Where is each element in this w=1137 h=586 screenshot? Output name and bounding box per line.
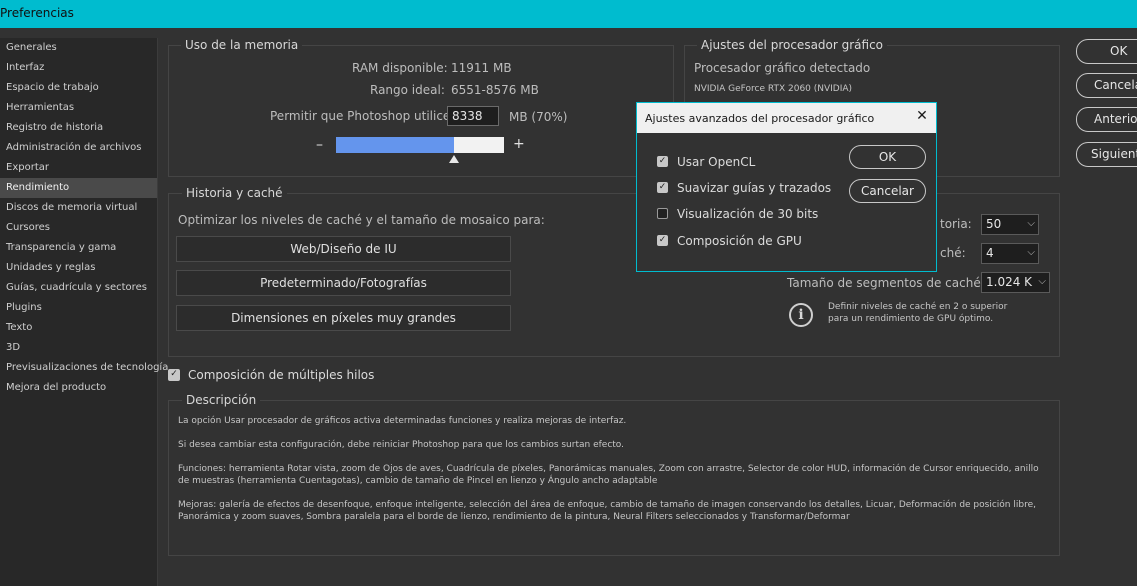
window-titlebar: Preferencias	[0, 0, 1137, 28]
ideal-range-value: 6551-8576 MB	[451, 83, 539, 97]
cache-levels-label: ché:	[940, 246, 966, 260]
description-line: La opción Usar procesador de gráficos ac…	[178, 416, 627, 426]
sidebar-item[interactable]: Administración de archivos	[0, 138, 157, 158]
sidebar-item[interactable]: Generales	[0, 38, 157, 58]
sidebar-item[interactable]: Guías, cuadrícula y sectores	[0, 278, 157, 298]
sidebar-item[interactable]: Unidades y reglas	[0, 258, 157, 278]
next-button-label: Siguiente	[1091, 147, 1137, 161]
sidebar-item[interactable]: Mejora del producto	[0, 378, 157, 398]
sidebar-item[interactable]: Previsualizaciones de tecnología	[0, 358, 168, 378]
30bit-display-checkbox[interactable]	[657, 208, 668, 219]
smooth-guides-checkbox[interactable]: ✓	[657, 182, 668, 193]
sidebar-item[interactable]: Registro de historia	[0, 118, 157, 138]
gpu-compositing-checkbox[interactable]: ✓	[657, 235, 668, 246]
preferences-sidebar: Generales Interfaz Espacio de trabajo Herra…	[0, 38, 168, 586]
cache-levels-value: 4	[986, 246, 994, 260]
cancel-button[interactable]: Cancelar	[1076, 73, 1137, 98]
dialog-ok-label: OK	[878, 150, 897, 164]
dialog-title: Ajustes avanzados del procesador gráfico	[645, 112, 875, 125]
opencl-label: Usar OpenCL	[677, 155, 756, 169]
history-states-select[interactable]: 50 ⌵	[981, 214, 1039, 235]
sidebar-item[interactable]: Texto	[0, 318, 157, 338]
previous-button-label: Anterior	[1094, 112, 1137, 126]
gpu-detected-label: Procesador gráfico detectado	[694, 61, 871, 75]
window-title: Preferencias	[0, 6, 74, 20]
ok-button[interactable]: OK	[1076, 39, 1137, 64]
gpu-detected-value: NVIDIA GeForce RTX 2060 (NVIDIA)	[694, 84, 853, 94]
smooth-guides-label: Suavizar guías y trazados	[677, 181, 832, 195]
web-ui-design-button[interactable]: Web/Diseño de IU	[176, 236, 511, 262]
ok-button-label: OK	[1110, 44, 1128, 58]
description-title: Descripción	[182, 393, 261, 407]
memory-slider[interactable]	[336, 137, 504, 153]
chevron-down-icon: ⌵	[1027, 218, 1035, 229]
huge-pixel-dimensions-button[interactable]: Dimensiones en píxeles muy grandes	[176, 305, 511, 331]
info-icon: i	[789, 303, 813, 327]
history-states-value: 50	[986, 217, 1002, 231]
chevron-down-icon: ⌵	[1027, 247, 1035, 258]
sidebar-item[interactable]: Rendimiento	[0, 178, 157, 198]
sidebar-item[interactable]: Plugins	[0, 298, 157, 318]
gpu-compositing-label: Composición de GPU	[677, 234, 802, 248]
close-icon[interactable]: ✕	[914, 108, 930, 124]
30bit-display-label: Visualización de 30 bits	[677, 207, 819, 221]
sidebar-item[interactable]: 3D	[0, 338, 157, 358]
cancel-button-label: Cancelar	[1094, 78, 1137, 92]
multithread-checkbox[interactable]: ✓	[168, 369, 180, 381]
dialog-cancel-label: Cancelar	[861, 184, 914, 198]
sidebar-item[interactable]: Espacio de trabajo	[0, 78, 157, 98]
sidebar-item[interactable]: Cursores	[0, 218, 157, 238]
dialog-cancel-button[interactable]: Cancelar	[849, 179, 926, 203]
next-button[interactable]: Siguiente	[1076, 142, 1137, 167]
dialog-ok-button[interactable]: OK	[849, 145, 926, 169]
cache-levels-select[interactable]: 4 ⌵	[981, 243, 1039, 264]
sidebar-item[interactable]: Discos de memoria virtual	[0, 198, 157, 218]
memory-plus-button[interactable]: +	[513, 136, 525, 152]
multithread-label: Composición de múltiples hilos	[188, 368, 375, 382]
memory-minus-button[interactable]: –	[316, 137, 323, 153]
sidebar-item[interactable]: Exportar	[0, 158, 157, 178]
previous-button[interactable]: Anterior	[1076, 107, 1137, 132]
advanced-gpu-dialog: Ajustes avanzados del procesador gráfico…	[636, 102, 937, 272]
history-cache-title: Historia y caché	[182, 186, 287, 200]
ram-available-value: 11911 MB	[451, 61, 512, 75]
memory-allocation-input[interactable]: 8338	[447, 106, 499, 126]
gpu-settings-title: Ajustes del procesador gráfico	[697, 38, 888, 52]
tile-size-label: Tamaño de segmentos de caché:	[787, 276, 985, 290]
ram-available-label: RAM disponible:	[352, 61, 448, 75]
tile-size-select[interactable]: 1.024 K ⌵	[981, 272, 1050, 293]
tile-size-value: 1.024 K	[986, 275, 1033, 289]
optimize-cache-label: Optimizar los niveles de caché y el tama…	[178, 213, 545, 227]
sidebar-item[interactable]: Herramientas	[0, 98, 157, 118]
dialog-titlebar: Ajustes avanzados del procesador gráfico…	[637, 103, 936, 133]
sidebar-item[interactable]: Interfaz	[0, 58, 157, 78]
allow-photoshop-label: Permitir que Photoshop utilice:	[270, 109, 455, 123]
sidebar-item[interactable]: Transparencia y gama	[0, 238, 157, 258]
chevron-down-icon: ⌵	[1038, 276, 1046, 287]
ideal-range-label: Rango ideal:	[370, 83, 445, 97]
history-states-label: toria:	[940, 217, 972, 231]
memory-slider-handle[interactable]	[448, 155, 459, 163]
memory-usage-title: Uso de la memoria	[181, 38, 303, 52]
opencl-checkbox[interactable]: ✓	[657, 156, 668, 167]
cache-info-text: Definir niveles de caché en 2 o superior…	[828, 302, 1008, 324]
default-photos-button[interactable]: Predeterminado/Fotografías	[176, 270, 511, 296]
description-line: Mejoras: galería de efectos de desenfoqu…	[178, 500, 1036, 522]
memory-slider-fill	[336, 137, 454, 153]
description-line: Funciones: herramienta Rotar vista, zoom…	[178, 464, 1039, 486]
memory-allocation-unit: MB (70%)	[509, 110, 568, 124]
description-line: Si desea cambiar esta configuración, deb…	[178, 440, 625, 450]
